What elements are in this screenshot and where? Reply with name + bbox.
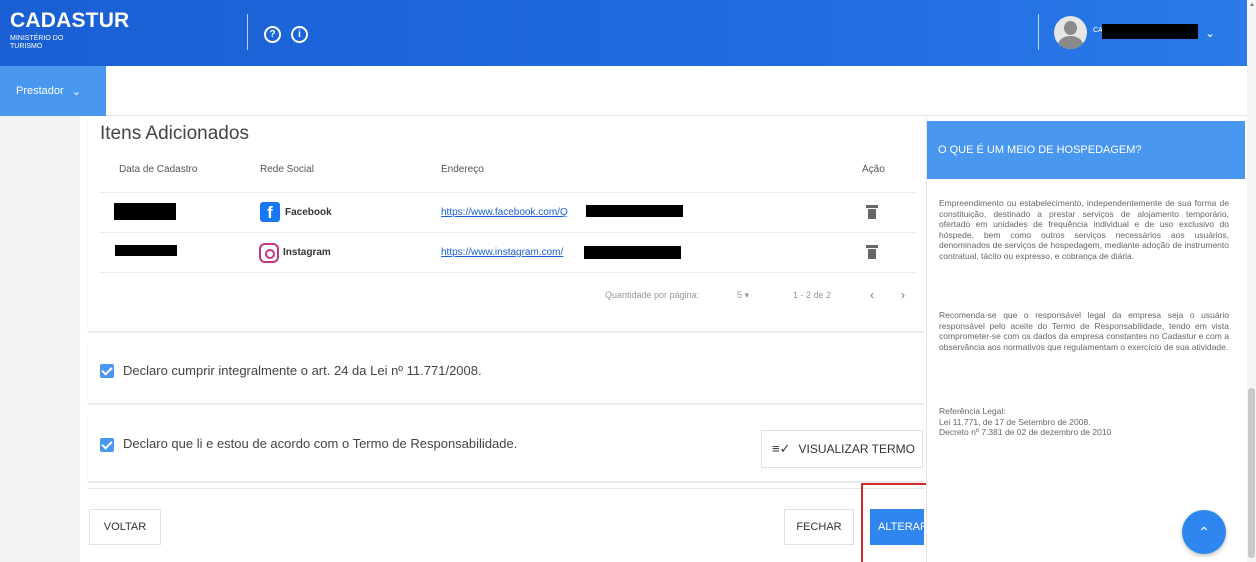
next-page-icon[interactable]: › (901, 288, 905, 302)
column-header-network: Rede Social (260, 164, 314, 175)
info-icon[interactable]: i (291, 26, 308, 43)
network-name: Facebook (285, 207, 332, 218)
info-paragraph-1: Empreendimento ou estabelecimento, indep… (939, 198, 1229, 261)
info-paragraph-2: Recomenda-se que o responsável legal da … (939, 310, 1229, 352)
trash-icon[interactable] (866, 205, 878, 219)
per-page-select[interactable]: 5 ▾ (737, 290, 749, 301)
chevron-up-icon: ⌃ (1198, 523, 1210, 540)
brand-subtitle: MINISTÉRIO DO TURISMO (10, 35, 64, 50)
header-divider-right (1038, 14, 1039, 50)
chevron-down-icon[interactable]: ⌄ (1205, 26, 1215, 40)
role-menu-prestador[interactable]: Prestador ⌄ (0, 66, 106, 116)
declaration-lei-checkbox[interactable] (100, 364, 114, 378)
items-card: Itens Adicionados Data de Cadastro Rede … (88, 116, 924, 332)
declaration-lei-card: Declaro cumprir integralmente o art. 24 … (88, 342, 924, 404)
redacted-user-name (1102, 24, 1198, 39)
legal-ref-decree: Decreto nº 7.381 de 02 de dezembro de 20… (939, 427, 1112, 437)
profile-link[interactable]: https://www.facebook.com/Q (441, 207, 568, 218)
table-row: Instagram https://www.instagram.com/ (100, 232, 916, 272)
redacted-date (115, 245, 177, 256)
declaration-termo-checkbox[interactable] (100, 438, 114, 452)
role-menu-label: Prestador (16, 85, 64, 97)
declaration-lei-label: Declaro cumprir integralmente o art. 24 … (123, 363, 482, 378)
left-rail (0, 116, 80, 562)
legal-ref-title: Referência Legal: (939, 406, 1006, 416)
info-panel: O QUE É UM MEIO DE HOSPEDAGEM? Empreendi… (926, 116, 1245, 562)
header-divider (247, 14, 248, 50)
help-icon[interactable]: ? (264, 26, 281, 43)
header-icons: ? i (264, 26, 308, 43)
chevron-down-icon: ⌄ (71, 85, 81, 98)
prev-page-icon[interactable]: ‹ (870, 288, 874, 302)
redacted-address (584, 246, 681, 259)
column-header-action: Ação (862, 164, 885, 175)
scroll-to-top-button[interactable]: ⌃ (1182, 510, 1226, 554)
brand-title: CADASTUR (10, 9, 130, 32)
list-check-icon: ≡✓ (772, 441, 791, 456)
user-avatar[interactable] (1054, 16, 1087, 49)
table-divider (100, 272, 916, 273)
trash-icon[interactable] (866, 245, 878, 259)
view-term-button[interactable]: ≡✓ VISUALIZAR TERMO (761, 430, 923, 468)
sub-navigation (0, 66, 1247, 116)
page-range: 1 - 2 de 2 (793, 290, 832, 300)
main-content: Itens Adicionados Data de Cadastro Rede … (88, 116, 924, 562)
column-header-address: Endereço (441, 164, 484, 175)
per-page-label: Quantidade por página: (605, 290, 700, 300)
info-panel-title: O QUE É UM MEIO DE HOSPEDAGEM? (927, 121, 1245, 179)
network-name: Instagram (283, 247, 331, 258)
redacted-date (114, 203, 176, 220)
cadastur-logo[interactable]: CADASTUR MINISTÉRIO DO TURISMO (10, 10, 129, 51)
form-footer: VOLTAR FECHAR ALTERAR (88, 488, 924, 562)
declaration-termo-card: Declaro que li e estou de acordo com o T… (88, 414, 924, 482)
redacted-address (586, 205, 683, 217)
declaration-termo-label: Declaro que li e estou de acordo com o T… (123, 436, 518, 451)
scroll-up-icon[interactable]: ▲ (1249, 2, 1255, 8)
legal-references: Referência Legal: Lei 11.771, de 17 de S… (939, 406, 1229, 438)
facebook-icon: f (260, 202, 280, 222)
view-term-label: VISUALIZAR TERMO (798, 442, 915, 456)
column-header-date: Data de Cadastro (119, 164, 198, 175)
instagram-icon (259, 243, 279, 263)
table-row: f Facebook https://www.facebook.com/Q (100, 192, 916, 232)
back-button[interactable]: VOLTAR (89, 509, 161, 545)
close-button[interactable]: FECHAR (784, 509, 854, 545)
items-title: Itens Adicionados (100, 123, 249, 144)
profile-link[interactable]: https://www.instagram.com/ (441, 247, 563, 258)
scrollbar-thumb[interactable] (1248, 388, 1255, 558)
legal-ref-law: Lei 11.771, de 17 de Setembro de 2008. (939, 416, 1091, 427)
